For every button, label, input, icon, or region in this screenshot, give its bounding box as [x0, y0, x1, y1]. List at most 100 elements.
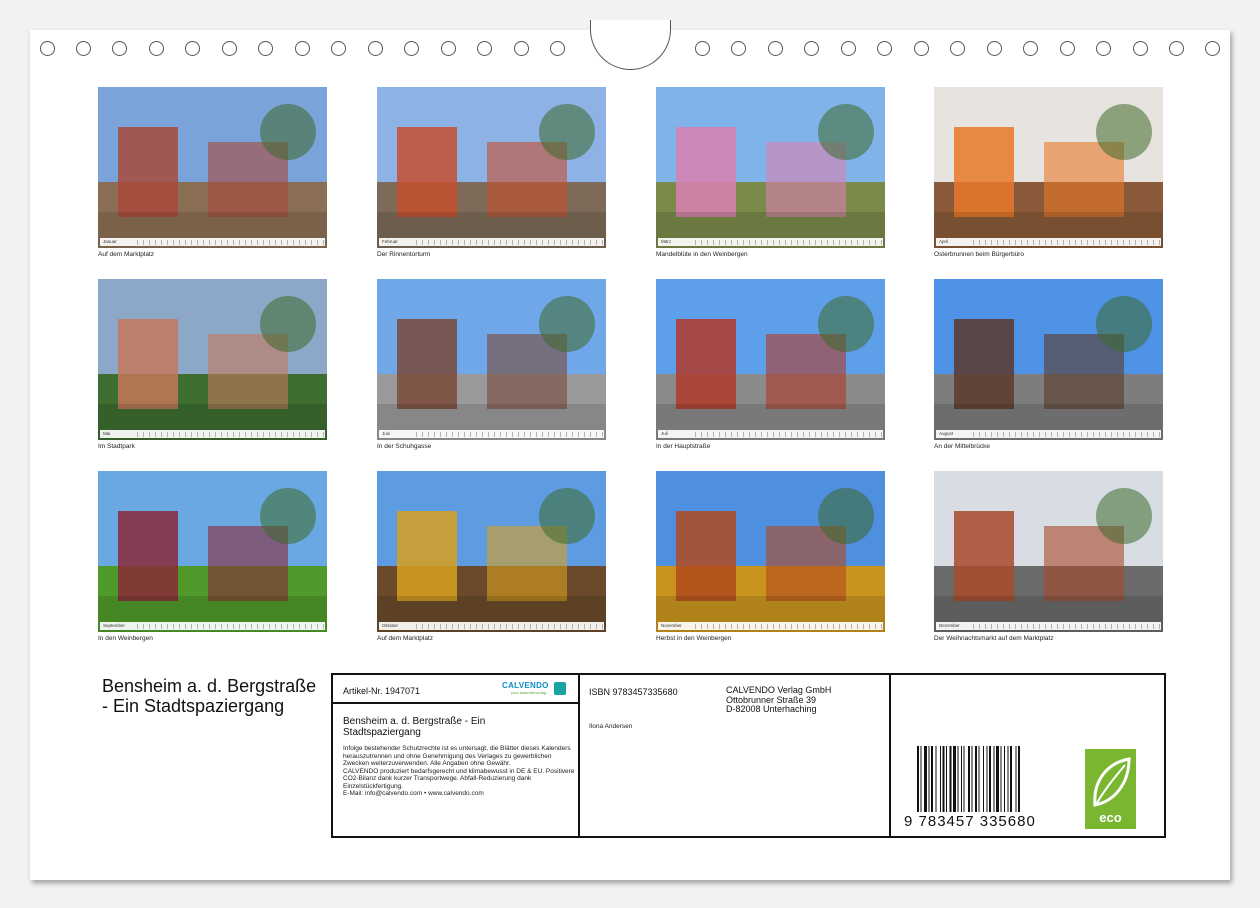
binding-ring [112, 41, 127, 56]
binding-ring [441, 41, 456, 56]
month-photo: November [656, 471, 885, 632]
photo-caption: Der Weihnachtsmarkt auf dem Marktplatz [934, 635, 1054, 642]
binding-ring [950, 41, 965, 56]
month-label: März [661, 239, 671, 244]
photo-caption: An der Mittelbrücke [934, 443, 990, 450]
photo-image [377, 279, 606, 440]
calendar-strip: September [100, 622, 325, 630]
month-photo: Dezember [934, 471, 1163, 632]
binding-ring [768, 41, 783, 56]
month-photo: Oktober [377, 471, 606, 632]
calendar-strip: November [658, 622, 883, 630]
binding-ring [149, 41, 164, 56]
month-label: April [939, 239, 949, 244]
day-ticks [416, 431, 604, 437]
photo-image [377, 87, 606, 248]
month-label: Juni [382, 431, 391, 436]
month-photo: Mai [98, 279, 327, 440]
month-photo: Juli [656, 279, 885, 440]
photo-image [98, 471, 327, 632]
isbn-barcode [917, 746, 1020, 812]
month-label: Mai [103, 431, 111, 436]
calendar-strip: Juni [379, 430, 604, 438]
calvendo-logo-subtitle: your kalenderverlag [511, 690, 547, 695]
binding-ring [1060, 41, 1075, 56]
day-ticks [416, 623, 604, 629]
calendar-strip: April [936, 238, 1161, 246]
month-label: Dezember [939, 623, 960, 628]
day-ticks [137, 239, 325, 245]
binding-ring [1133, 41, 1148, 56]
photo-image [934, 471, 1163, 632]
binding-ring [1023, 41, 1038, 56]
binding-ring [331, 41, 346, 56]
photo-caption: Auf dem Marktplatz [377, 635, 433, 642]
product-title: Bensheim a. d. Bergstraße - Ein Stadtspa… [343, 716, 486, 738]
photo-image [934, 87, 1163, 248]
publisher-city: D-82008 Unterhaching [726, 704, 817, 714]
isbn: ISBN 9783457335680 [589, 687, 678, 697]
day-ticks [137, 623, 325, 629]
month-label: Februar [382, 239, 398, 244]
leaf-icon [1093, 757, 1131, 807]
calendar-strip: Januar [100, 238, 325, 246]
binding-ring [477, 41, 492, 56]
binding-ring [1205, 41, 1220, 56]
month-label: September [103, 623, 126, 628]
day-ticks [695, 623, 883, 629]
month-label: Juli [661, 431, 668, 436]
day-ticks [973, 239, 1161, 245]
photo-caption: In der Schuhgasse [377, 443, 432, 450]
day-ticks [973, 431, 1161, 437]
calendar-strip: Mai [100, 430, 325, 438]
eco-badge: eco [1085, 749, 1136, 829]
calendar-strip: Juli [658, 430, 883, 438]
photo-image [377, 471, 606, 632]
month-label: November [661, 623, 682, 628]
photo-image [98, 87, 327, 248]
cover-title: Bensheim a. d. Bergstraße - Ein Stadtspa… [102, 676, 317, 716]
month-photo: März [656, 87, 885, 248]
binding-ring [185, 41, 200, 56]
binding-ring [222, 41, 237, 56]
month-photo: Januar [98, 87, 327, 248]
month-photo: August [934, 279, 1163, 440]
photo-caption: Auf dem Marktplatz [98, 251, 154, 258]
binding-ring [987, 41, 1002, 56]
calendar-strip: August [936, 430, 1161, 438]
binding-ring [258, 41, 273, 56]
photo-caption: Der Rinnentorturm [377, 251, 431, 258]
author: Ilona Andersen [589, 723, 633, 730]
calvendo-logo: CALVENDO [502, 681, 549, 690]
binding-ring [695, 41, 710, 56]
day-ticks [695, 431, 883, 437]
binding-ring [877, 41, 892, 56]
photo-image [656, 87, 885, 248]
binding-ring [1096, 41, 1111, 56]
day-ticks [973, 623, 1161, 629]
photo-caption: Im Stadtpark [98, 443, 135, 450]
month-photo: Juni [377, 279, 606, 440]
binding-ring [368, 41, 383, 56]
photo-caption: In der Hauptstraße [656, 443, 711, 450]
calendar-strip: März [658, 238, 883, 246]
binding-ring [514, 41, 529, 56]
article-number: Artikel-Nr. 1947071 [343, 686, 421, 696]
month-label: Januar [103, 239, 117, 244]
photo-caption: In den Weinbergen [98, 635, 153, 642]
day-ticks [137, 431, 325, 437]
month-photo: Februar [377, 87, 606, 248]
day-ticks [695, 239, 883, 245]
binding-ring [914, 41, 929, 56]
legal-notice: Infolge bestehender Schutzrechte ist es … [343, 745, 575, 797]
calendar-strip: Dezember [936, 622, 1161, 630]
calendar-strip: Oktober [379, 622, 604, 630]
binding-ring [40, 41, 55, 56]
photo-image [98, 279, 327, 440]
binding-ring [841, 41, 856, 56]
binding-ring [550, 41, 565, 56]
photo-image [934, 279, 1163, 440]
photo-image [656, 279, 885, 440]
eco-label: eco [1099, 810, 1122, 825]
binding-ring [404, 41, 419, 56]
